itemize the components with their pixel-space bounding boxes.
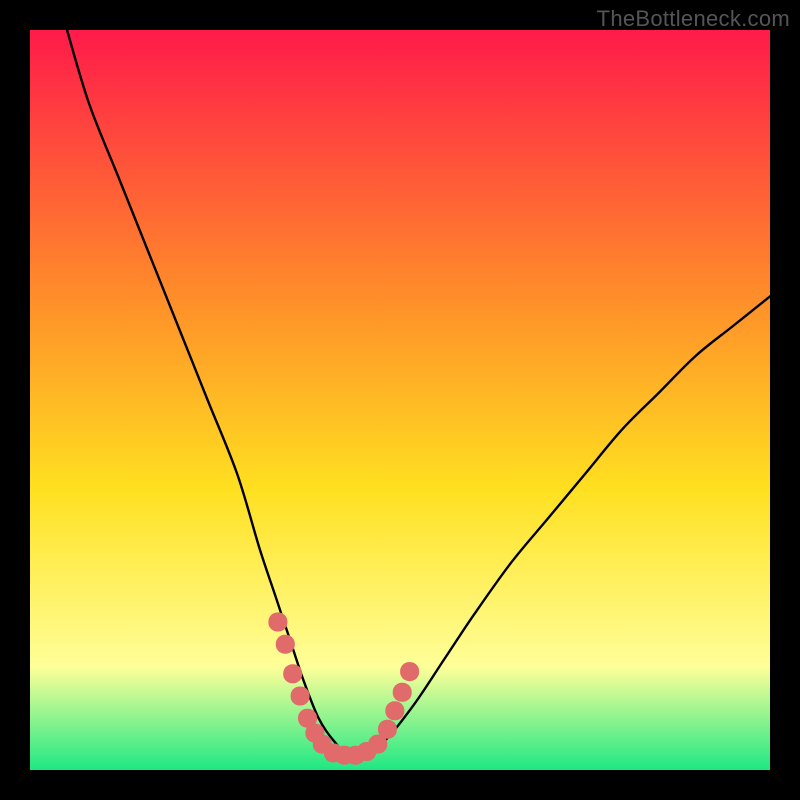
curve-marker bbox=[393, 683, 412, 702]
gradient-background bbox=[30, 30, 770, 770]
curve-marker bbox=[276, 635, 295, 654]
bottleneck-chart bbox=[30, 30, 770, 770]
curve-marker bbox=[291, 687, 310, 706]
curve-marker bbox=[268, 613, 287, 632]
curve-marker bbox=[283, 664, 302, 683]
chart-frame bbox=[30, 30, 770, 770]
curve-marker bbox=[378, 720, 397, 739]
curve-marker bbox=[400, 662, 419, 681]
curve-marker bbox=[385, 701, 404, 720]
watermark-text: TheBottleneck.com bbox=[597, 6, 790, 32]
